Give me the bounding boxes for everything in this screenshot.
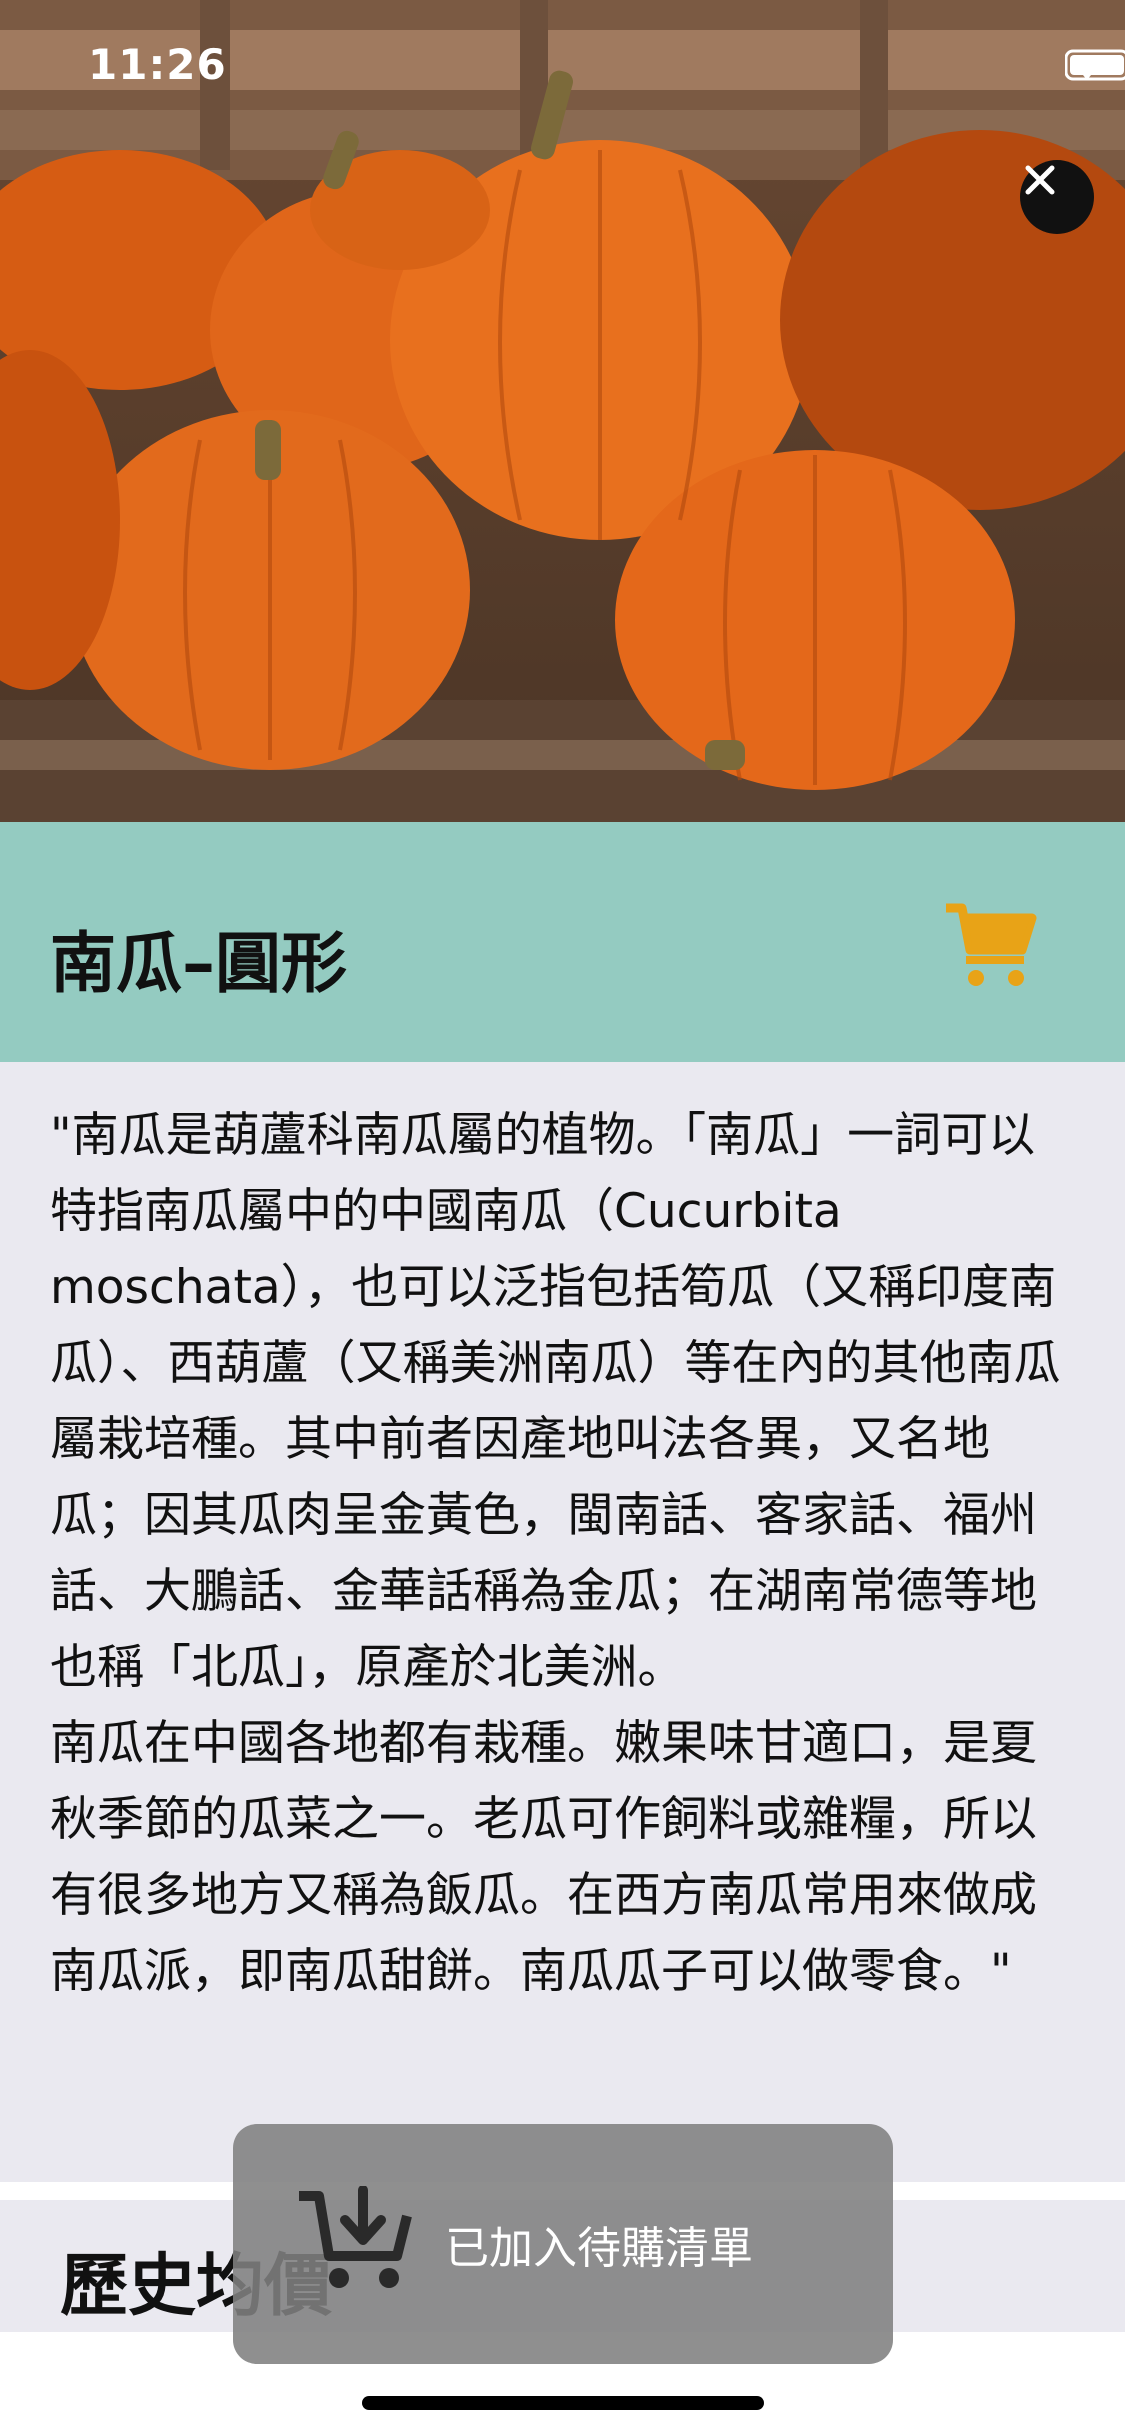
toast-message: 已加入待購清單 bbox=[233, 2124, 893, 2364]
status-time: 11:26 bbox=[88, 40, 227, 89]
product-image: 11:26 bbox=[0, 0, 1125, 822]
product-header: 南瓜–圓形 bbox=[0, 822, 1125, 1062]
description-text: "南瓜是葫蘆科南瓜屬的植物。「南瓜」一詞可以特指南瓜屬中的中國南瓜（Cucurb… bbox=[50, 1108, 1061, 1999]
pumpkin-photo bbox=[0, 0, 1125, 822]
close-icon bbox=[1025, 165, 1055, 195]
product-title: 南瓜–圓形 bbox=[50, 925, 347, 1002]
close-button[interactable] bbox=[1020, 160, 1094, 234]
home-indicator[interactable] bbox=[362, 2396, 764, 2410]
add-to-cart-button[interactable] bbox=[940, 894, 1040, 994]
toast-text: 已加入待購清單 bbox=[445, 2223, 753, 2274]
cart-icon bbox=[946, 903, 1037, 986]
cart-download-icon bbox=[299, 2186, 412, 2288]
description-section: "南瓜是葫蘆科南瓜屬的植物。「南瓜」一詞可以特指南瓜屬中的中國南瓜（Cucurb… bbox=[0, 1062, 1125, 2182]
